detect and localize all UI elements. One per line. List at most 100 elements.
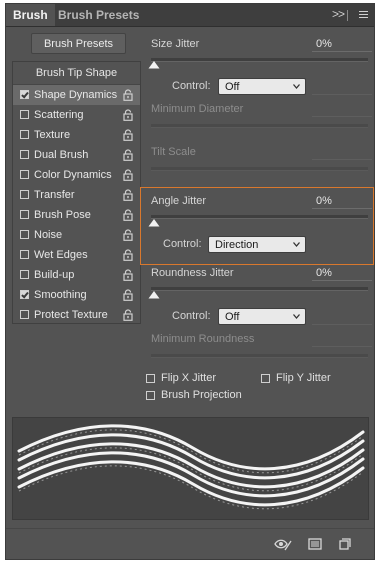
flip-y-jitter-checkbox[interactable] (261, 374, 270, 383)
stroke-preview-graphic (17, 424, 365, 510)
list-item-label: Texture (34, 129, 71, 141)
chevron-down-icon (293, 314, 300, 319)
divider (312, 324, 372, 325)
roundness-jitter-slider[interactable] (151, 287, 368, 291)
panel-menu-icon[interactable] (359, 11, 368, 20)
checkbox-protect-texture[interactable] (20, 310, 29, 319)
list-item-label: Shape Dynamics (34, 89, 118, 101)
brush-settings-list: Brush Tip Shape Shape Dynamics Scatterin… (12, 61, 141, 324)
brush-panel: Brush Brush Presets >> Brush Presets Bru… (5, 3, 375, 560)
angle-jitter-control-label: Control: (163, 238, 202, 250)
list-item-label: Protect Texture (34, 309, 108, 321)
lock-icon[interactable] (123, 249, 133, 261)
checkbox-texture[interactable] (20, 130, 29, 139)
lock-icon[interactable] (123, 109, 133, 121)
list-item-label: Scattering (34, 109, 84, 121)
divider (312, 94, 372, 95)
brush-projection-checkbox[interactable] (146, 391, 155, 400)
list-item-label: Noise (34, 229, 63, 241)
brush-presets-button[interactable]: Brush Presets (31, 33, 126, 54)
angle-jitter-slider-thumb[interactable] (148, 219, 160, 227)
list-item-label: Dual Brush (34, 149, 89, 161)
chevron-down-icon (293, 242, 300, 247)
tab-divider (347, 10, 348, 21)
tab-brush[interactable]: Brush (6, 4, 55, 26)
list-item-noise[interactable]: Noise (13, 225, 140, 245)
size-jitter-control-select[interactable]: Off (218, 78, 306, 95)
create-new-brush-icon[interactable] (338, 537, 352, 551)
list-item-texture[interactable]: Texture (13, 125, 140, 145)
lock-icon[interactable] (123, 229, 133, 241)
minimum-diameter-slider (151, 124, 368, 128)
list-item-label: Build-up (34, 269, 75, 281)
flip-x-jitter-label: Flip X Jitter (161, 372, 217, 384)
minimum-diameter-value (312, 116, 372, 117)
size-jitter-control-label: Control: (172, 80, 211, 92)
list-item-brush-tip-shape[interactable]: Brush Tip Shape (13, 62, 140, 85)
lock-icon[interactable] (123, 129, 133, 141)
list-item-label: Color Dynamics (34, 169, 112, 181)
checkbox-smoothing[interactable] (20, 290, 29, 299)
checkbox-dual-brush[interactable] (20, 150, 29, 159)
checkbox-shape-dynamics[interactable] (20, 90, 29, 99)
lock-icon[interactable] (123, 209, 133, 221)
roundness-jitter-control-select[interactable]: Off (218, 308, 306, 325)
select-value: Direction (215, 239, 259, 251)
angle-jitter-slider[interactable] (151, 215, 368, 219)
checkbox-brush-pose[interactable] (20, 210, 29, 219)
lock-icon[interactable] (123, 309, 133, 321)
lock-icon[interactable] (123, 189, 133, 201)
list-item-protect-texture[interactable]: Protect Texture (13, 305, 140, 325)
angle-jitter-label: Angle Jitter (151, 195, 207, 207)
minimum-roundness-value (312, 346, 372, 347)
size-jitter-value[interactable]: 0% (312, 36, 372, 52)
angle-jitter-control-select[interactable]: Direction (208, 236, 306, 253)
select-value: Off (225, 81, 240, 93)
roundness-jitter-control-label: Control: (172, 310, 211, 322)
checkbox-transfer[interactable] (20, 190, 29, 199)
checkbox-wet-edges[interactable] (20, 250, 29, 259)
brush-stroke-preview (12, 417, 369, 520)
roundness-jitter-value[interactable]: 0% (312, 265, 372, 281)
lock-icon[interactable] (123, 289, 133, 301)
list-item-smoothing[interactable]: Smoothing (13, 285, 140, 305)
panel-bottom-toolbar (6, 528, 374, 559)
list-item-label: Brush Pose (34, 209, 91, 221)
tilt-scale-label: Tilt Scale (151, 146, 196, 158)
checkbox-build-up[interactable] (20, 270, 29, 279)
tilt-scale-value (312, 159, 372, 160)
size-jitter-label: Size Jitter (151, 38, 200, 50)
list-item-brush-pose[interactable]: Brush Pose (13, 205, 140, 225)
flip-x-jitter-checkbox[interactable] (146, 374, 155, 383)
list-item-label: Smoothing (34, 289, 87, 301)
tab-brush-presets[interactable]: Brush Presets (51, 4, 146, 26)
list-item-build-up[interactable]: Build-up (13, 265, 140, 285)
list-item-scattering[interactable]: Scattering (13, 105, 140, 125)
checkbox-color-dynamics[interactable] (20, 170, 29, 179)
minimum-roundness-slider (151, 354, 368, 358)
collapse-icon[interactable]: >> (332, 4, 345, 26)
lock-icon[interactable] (123, 269, 133, 281)
angle-jitter-value[interactable]: 0% (312, 193, 372, 209)
minimum-roundness-label: Minimum Roundness (151, 333, 255, 345)
panel-tab-bar: Brush Brush Presets >> (6, 4, 374, 27)
list-item-label: Wet Edges (34, 249, 88, 261)
toggle-live-tip-preview-icon[interactable] (274, 537, 292, 551)
list-item-color-dynamics[interactable]: Color Dynamics (13, 165, 140, 185)
list-item-transfer[interactable]: Transfer (13, 185, 140, 205)
list-item-wet-edges[interactable]: Wet Edges (13, 245, 140, 265)
checkbox-noise[interactable] (20, 230, 29, 239)
minimum-diameter-label: Minimum Diameter (151, 103, 244, 115)
size-jitter-slider-thumb[interactable] (148, 61, 160, 69)
list-item-dual-brush[interactable]: Dual Brush (13, 145, 140, 165)
roundness-jitter-slider-thumb[interactable] (148, 291, 160, 299)
roundness-jitter-label: Roundness Jitter (151, 267, 234, 279)
size-jitter-slider[interactable] (151, 58, 368, 62)
lock-icon[interactable] (123, 149, 133, 161)
checkbox-scattering[interactable] (20, 110, 29, 119)
brush-projection-label: Brush Projection (161, 389, 242, 401)
open-preset-manager-icon[interactable] (308, 537, 322, 551)
lock-icon[interactable] (123, 89, 133, 101)
list-item-shape-dynamics[interactable]: Shape Dynamics (13, 85, 140, 105)
lock-icon[interactable] (123, 169, 133, 181)
